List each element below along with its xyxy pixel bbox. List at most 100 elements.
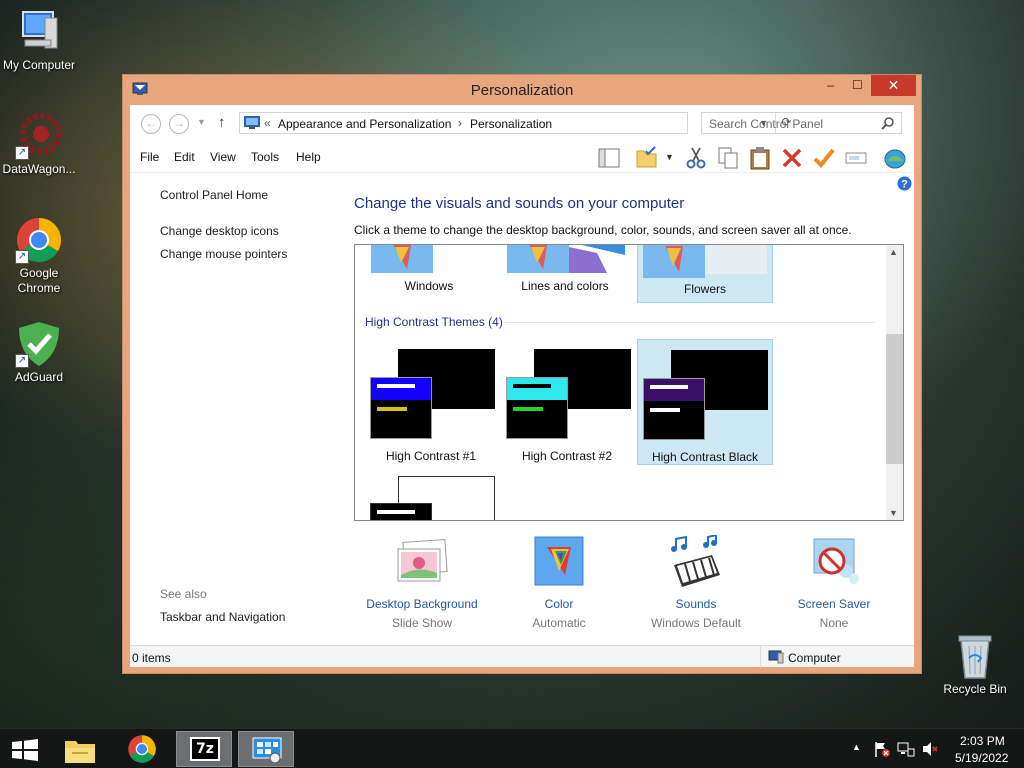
taskbar-chrome[interactable] xyxy=(114,731,170,767)
desktop-icon-recycle-bin[interactable]: Recycle Bin xyxy=(935,632,1015,697)
menu-edit[interactable]: Edit xyxy=(174,150,195,164)
menu-view[interactable]: View xyxy=(210,150,236,164)
taskbar-navigation-link[interactable]: Taskbar and Navigation xyxy=(160,610,285,624)
desktop-icon-my-computer[interactable]: My Computer xyxy=(0,8,79,73)
sounds-value: Windows Default xyxy=(650,616,742,630)
show-hidden-icons-button[interactable]: ▲ xyxy=(852,742,861,752)
window-title: Personalization xyxy=(470,82,574,99)
status-divider xyxy=(760,646,761,668)
help-icon[interactable]: ? xyxy=(897,176,912,194)
scroll-down-icon[interactable]: ▼ xyxy=(889,508,898,518)
color-label[interactable]: Color xyxy=(499,597,619,611)
sounds-label[interactable]: Sounds xyxy=(636,597,756,611)
desktop-icon-datawagon[interactable]: ↗ DataWagon... xyxy=(0,112,79,177)
page-description: Click a theme to change the desktop back… xyxy=(354,223,852,237)
forward-button[interactable]: → xyxy=(169,114,189,134)
menu-tools[interactable]: Tools xyxy=(251,150,279,164)
hc2-window-preview xyxy=(506,377,568,439)
personalization-window: Personalization – ☐ ✕ ← → ▼ ↑ « Appearan… xyxy=(122,74,922,674)
desktop-icon-adguard[interactable]: ↗ AdGuard xyxy=(0,320,79,385)
desktop-background-label[interactable]: Desktop Background xyxy=(362,597,482,611)
search-input[interactable]: Search Control Panel xyxy=(701,112,902,134)
svg-text:?: ? xyxy=(901,179,908,191)
clock-time[interactable]: 2:03 PM xyxy=(960,734,1005,748)
title-bar[interactable]: Personalization – ☐ ✕ xyxy=(123,75,921,105)
paste-icon[interactable] xyxy=(747,145,773,171)
taskbar-7zip[interactable]: 7z xyxy=(176,731,232,767)
scroll-up-icon[interactable]: ▲ xyxy=(889,247,898,257)
theme-list[interactable]: Windows Lines and colors Flowers High Co… xyxy=(354,244,904,521)
window-content: ← → ▼ ↑ « Appearance and Personalization… xyxy=(130,105,914,668)
change-mouse-pointers-link[interactable]: Change mouse pointers xyxy=(160,247,287,261)
desktop-icon-label: Google Chrome xyxy=(17,266,61,295)
delete-icon[interactable] xyxy=(779,145,805,171)
theme-high-contrast-white[interactable] xyxy=(363,475,499,520)
desktop-icon-label: My Computer xyxy=(2,58,76,72)
control-panel-home-link[interactable]: Control Panel Home xyxy=(160,188,268,202)
maximize-button[interactable]: ☐ xyxy=(844,75,871,96)
address-bar[interactable]: « Appearance and Personalization › Perso… xyxy=(239,112,792,134)
search-icon[interactable] xyxy=(881,116,895,133)
theme-high-contrast-black[interactable]: High Contrast Black xyxy=(637,339,773,465)
screen-saver-label[interactable]: Screen Saver xyxy=(774,597,894,611)
desktop-background-setting[interactable]: Desktop Background Slide Show xyxy=(362,535,482,630)
clock-date[interactable]: 5/19/2022 xyxy=(955,751,1008,765)
theme-label: Flowers xyxy=(683,282,726,296)
back-button[interactable]: ← xyxy=(141,114,161,134)
sounds-setting[interactable]: Sounds Windows Default xyxy=(636,533,756,630)
chrome-icon xyxy=(127,734,157,767)
breadcrumb-appearance[interactable]: Appearance and Personalization xyxy=(278,117,451,131)
rename-icon[interactable] xyxy=(843,145,869,171)
desktop-icon-label: AdGuard xyxy=(14,370,64,384)
theme-list-scrollbar[interactable]: ▲ ▼ xyxy=(886,245,903,520)
breadcrumb-separator[interactable]: › xyxy=(458,116,462,130)
start-button[interactable] xyxy=(0,731,50,767)
breadcrumb-personalization[interactable]: Personalization xyxy=(470,117,552,131)
internet-globe-icon[interactable] xyxy=(882,145,908,171)
theme-label: Lines and colors xyxy=(521,279,609,293)
up-button[interactable]: ↑ xyxy=(218,114,226,131)
control-panel-taskbar-icon xyxy=(251,736,283,767)
theme-label: Windows xyxy=(404,279,454,293)
high-contrast-group-title: High Contrast Themes (4) xyxy=(365,315,503,329)
folder-check-icon[interactable] xyxy=(634,145,660,171)
theme-windows[interactable]: Windows xyxy=(361,245,497,293)
copy-icon[interactable] xyxy=(715,145,741,171)
theme-high-contrast-1[interactable]: High Contrast #1 xyxy=(363,339,499,465)
close-button[interactable]: ✕ xyxy=(871,75,916,96)
status-bar: 0 items Computer xyxy=(130,645,914,668)
desktop-icon-google-chrome[interactable]: ↗ Google Chrome xyxy=(0,216,79,296)
properties-check-icon[interactable] xyxy=(811,145,837,171)
file-explorer-icon xyxy=(64,736,96,767)
chrome-icon: ↗ xyxy=(15,216,63,264)
action-center-flag-icon[interactable] xyxy=(873,740,891,761)
theme-lines-and-colors[interactable]: Lines and colors xyxy=(497,245,633,293)
change-desktop-icons-link[interactable]: Change desktop icons xyxy=(160,224,279,238)
theme-high-contrast-2[interactable]: High Contrast #2 xyxy=(499,339,635,465)
network-icon[interactable] xyxy=(897,740,915,761)
taskbar: 7z ▲ 2:03 PM 5/19/2022 xyxy=(0,728,1024,768)
address-overflow[interactable]: « xyxy=(264,116,271,130)
cut-icon[interactable] xyxy=(683,145,709,171)
color-icon xyxy=(531,535,587,591)
menu-file[interactable]: File xyxy=(140,150,159,164)
desktop-icon-label: DataWagon... xyxy=(2,162,76,176)
shortcut-arrow-icon: ↗ xyxy=(15,250,29,264)
screen-saver-setting[interactable]: Screen Saver None xyxy=(774,535,894,630)
theme-label: High Contrast #2 xyxy=(521,449,613,463)
menu-help[interactable]: Help xyxy=(296,150,321,164)
taskbar-file-explorer[interactable] xyxy=(52,731,108,767)
taskbar-control-panel[interactable] xyxy=(238,731,294,767)
color-setting[interactable]: Color Automatic xyxy=(499,535,619,630)
theme-flowers[interactable]: Flowers xyxy=(637,245,773,303)
scroll-thumb[interactable] xyxy=(886,334,903,464)
sounds-icon xyxy=(668,533,724,591)
7zip-icon: 7z xyxy=(190,737,220,761)
minimize-button[interactable]: – xyxy=(817,75,844,96)
status-location: Computer xyxy=(788,651,841,665)
layout-pane-icon[interactable] xyxy=(596,145,622,171)
volume-muted-icon[interactable] xyxy=(921,740,939,761)
recent-pages-dropdown[interactable]: ▼ xyxy=(197,117,206,127)
group-divider xyxy=(505,322,875,323)
views-dropdown-icon[interactable]: ▼ xyxy=(665,152,674,162)
